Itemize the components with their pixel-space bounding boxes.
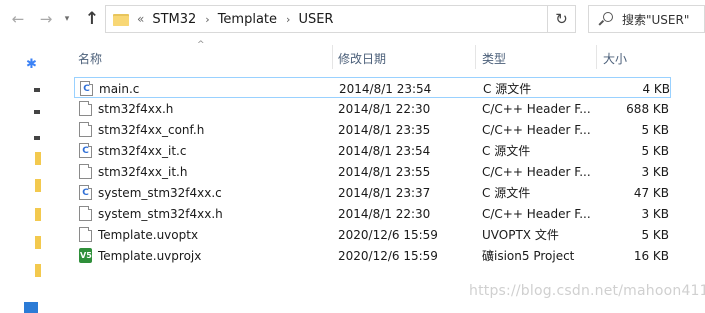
c-source-icon: C	[79, 185, 92, 200]
file-date: 2020/12/6 15:59	[338, 227, 438, 242]
file-name: stm32f4xx_it.c	[98, 143, 187, 158]
file-row[interactable]: C main.c 2014/8/1 23:54 C 源文件 4 KB	[74, 77, 671, 98]
file-list: C main.c 2014/8/1 23:54 C 源文件 4 KB stm32…	[0, 0, 705, 313]
file-row[interactable]: stm32f4xx_conf.h 2014/8/1 23:35 C/C++ He…	[74, 119, 671, 140]
file-row[interactable]: V5 Template.uvprojx 2020/12/6 15:59 礦isi…	[74, 245, 671, 266]
file-row[interactable]: C system_stm32f4xx.c 2014/8/1 23:37 C 源文…	[74, 182, 671, 203]
file-date: 2014/8/1 22:30	[338, 206, 431, 221]
c-source-icon: C	[80, 81, 93, 96]
file-size: 3 KB	[641, 206, 669, 221]
header-file-icon	[79, 101, 92, 116]
file-name: stm32f4xx_conf.h	[98, 122, 205, 137]
file-type: C 源文件	[483, 82, 532, 96]
header-file-icon	[79, 206, 92, 221]
file-date: 2014/8/1 22:30	[338, 101, 431, 116]
file-row[interactable]: stm32f4xx_it.h 2014/8/1 23:55 C/C++ Head…	[74, 161, 671, 182]
file-size: 688 KB	[626, 101, 669, 116]
file-size: 47 KB	[633, 185, 669, 200]
header-file-icon	[79, 164, 92, 179]
file-type: C/C++ Header F...	[482, 101, 591, 116]
file-size: 4 KB	[642, 81, 670, 96]
file-row[interactable]: stm32f4xx.h 2014/8/1 22:30 C/C++ Header …	[74, 98, 671, 119]
c-source-icon: C	[79, 143, 92, 158]
file-size: 3 KB	[641, 164, 669, 179]
file-type: 礦ision5 Project	[482, 249, 575, 263]
file-type: C/C++ Header F...	[482, 206, 591, 221]
file-name: system_stm32f4xx.h	[98, 206, 223, 221]
file-type: C/C++ Header F...	[482, 122, 591, 137]
keil-project-icon: V5	[79, 248, 92, 263]
file-type: UVOPTX 文件	[482, 228, 559, 242]
file-name: stm32f4xx_it.h	[98, 164, 188, 179]
file-name: Template.uvoptx	[98, 227, 199, 242]
file-name: stm32f4xx.h	[98, 101, 174, 116]
file-size: 5 KB	[641, 143, 669, 158]
file-name: system_stm32f4xx.c	[98, 185, 222, 200]
file-type: C 源文件	[482, 144, 531, 158]
file-row[interactable]: C stm32f4xx_it.c 2014/8/1 23:54 C 源文件 5 …	[74, 140, 671, 161]
header-file-icon	[79, 122, 92, 137]
file-size: 5 KB	[641, 227, 669, 242]
file-date: 2014/8/1 23:35	[338, 122, 431, 137]
file-row[interactable]: system_stm32f4xx.h 2014/8/1 22:30 C/C++ …	[74, 203, 671, 224]
file-size: 16 KB	[633, 248, 669, 263]
file-row[interactable]: Template.uvoptx 2020/12/6 15:59 UVOPTX 文…	[74, 224, 671, 245]
file-date: 2020/12/6 15:59	[338, 248, 438, 263]
file-size: 5 KB	[641, 122, 669, 137]
file-name: Template.uvprojx	[98, 248, 202, 263]
file-type: C 源文件	[482, 186, 531, 200]
watermark-text: https://blog.csdn.net/mahoon411	[469, 283, 705, 299]
file-name: main.c	[99, 81, 140, 96]
generic-file-icon	[79, 227, 92, 242]
file-date: 2014/8/1 23:54	[338, 143, 431, 158]
file-date: 2014/8/1 23:55	[338, 164, 431, 179]
file-type: C/C++ Header F...	[482, 164, 591, 179]
file-date: 2014/8/1 23:37	[338, 185, 431, 200]
file-date: 2014/8/1 23:54	[339, 81, 432, 96]
